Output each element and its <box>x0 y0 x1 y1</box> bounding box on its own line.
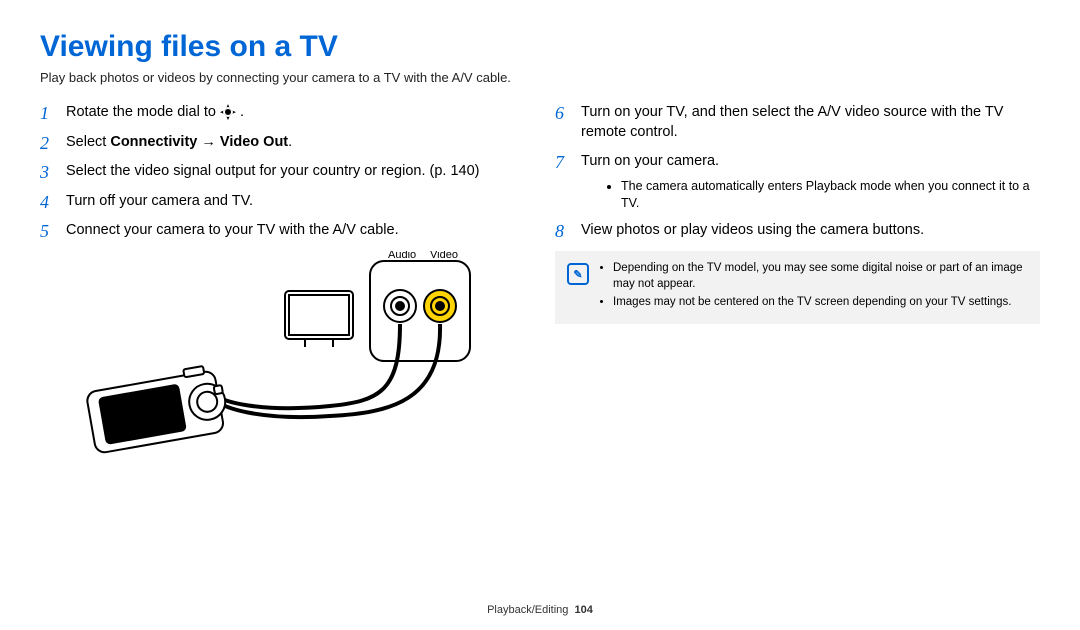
step-number: 8 <box>555 219 564 243</box>
step-text: Turn on your camera. <box>581 153 719 169</box>
step-text-post: . <box>288 134 292 150</box>
note-list: Depending on the TV model, you may see s… <box>613 261 1028 314</box>
audio-label: Audio <box>388 251 416 261</box>
step-6: 6 Turn on your TV, and then select the A… <box>555 103 1040 142</box>
footer-page-number: 104 <box>575 604 593 616</box>
note-box: ✎ Depending on the TV model, you may see… <box>555 251 1040 324</box>
video-label: Video <box>430 251 458 261</box>
step-text: Connect your camera to your TV with the … <box>66 222 399 238</box>
step-number: 1 <box>40 101 49 125</box>
illustration-svg: Audio Video <box>80 251 480 481</box>
step-text: Rotate the mode dial to <box>66 104 220 120</box>
steps-right: 6 Turn on your TV, and then select the A… <box>555 103 1040 241</box>
left-column: 1 Rotate the mode dial to . 2 Select Con… <box>40 103 525 486</box>
step-5: 5 Connect your camera to your TV with th… <box>40 221 525 241</box>
step-number: 7 <box>555 150 564 174</box>
right-column: 6 Turn on your TV, and then select the A… <box>555 103 1040 486</box>
page-subtitle: Play back photos or videos by connecting… <box>40 70 1040 85</box>
note-item: Images may not be centered on the TV scr… <box>613 295 1028 311</box>
note-icon: ✎ <box>567 263 589 285</box>
step-number: 3 <box>40 160 49 184</box>
step-number: 4 <box>40 190 49 214</box>
step-2: 2 Select Connectivity → Video Out. <box>40 133 525 153</box>
footer-section: Playback/Editing <box>487 604 568 616</box>
content-columns: 1 Rotate the mode dial to . 2 Select Con… <box>40 103 1040 486</box>
step-1: 1 Rotate the mode dial to . <box>40 103 525 123</box>
step-4: 4 Turn off your camera and TV. <box>40 192 525 212</box>
step-text-post: . <box>236 104 244 120</box>
steps-left: 1 Rotate the mode dial to . 2 Select Con… <box>40 103 525 241</box>
step-text: View photos or play videos using the cam… <box>581 222 924 238</box>
step-text: Turn off your camera and TV. <box>66 193 253 209</box>
step-text: Select <box>66 134 110 150</box>
step-7-sub: The camera automatically enters Playback… <box>621 178 1040 212</box>
step-bold: Connectivity → Video Out <box>110 134 288 150</box>
sub-bullet: The camera automatically enters Playback… <box>621 178 1040 212</box>
av-cable-illustration: Audio Video <box>80 251 525 486</box>
page-title: Viewing files on a TV <box>40 30 1040 64</box>
page-footer: Playback/Editing 104 <box>0 604 1080 616</box>
step-number: 2 <box>40 131 49 155</box>
step-8: 8 View photos or play videos using the c… <box>555 221 1040 241</box>
mode-dial-icon <box>220 104 236 120</box>
step-text: Select the video signal output for your … <box>66 163 479 179</box>
step-number: 6 <box>555 101 564 125</box>
step-3: 3 Select the video signal output for you… <box>40 162 525 182</box>
step-number: 5 <box>40 219 49 243</box>
step-text: Turn on your TV, and then select the A/V… <box>581 104 1003 140</box>
note-item: Depending on the TV model, you may see s… <box>613 261 1028 292</box>
step-7: 7 Turn on your camera. The camera automa… <box>555 152 1040 211</box>
